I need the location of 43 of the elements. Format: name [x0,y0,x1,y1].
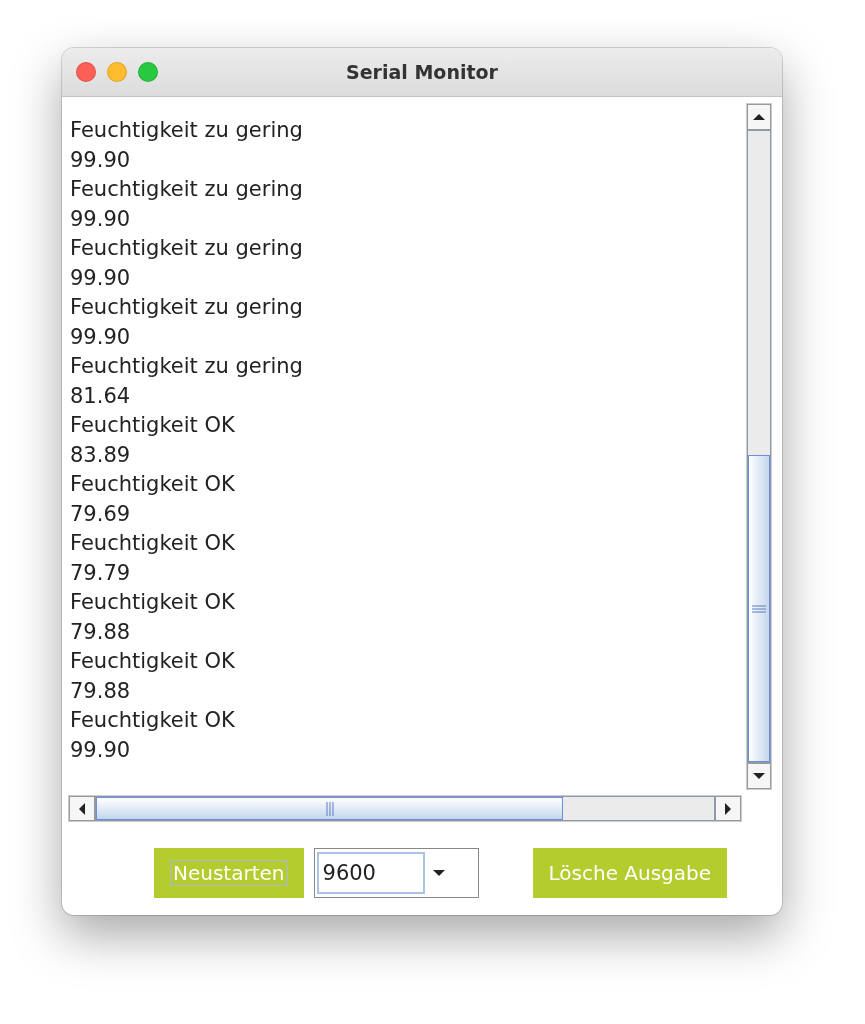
output-line: Feuchtigkeit zu gering [69,117,304,144]
scroll-right-button[interactable] [715,796,741,821]
output-line: 79.69 [69,500,132,528]
output-line: 81.64 [69,382,132,410]
scrollbar-thumb[interactable] [748,455,770,762]
output-line: Feuchtigkeit zu gering [69,176,304,203]
zoom-button[interactable] [138,62,158,82]
output-line: 83.89 [69,441,132,469]
output-line: 99.90 [69,323,132,351]
output-line: Feuchtigkeit OK [69,648,236,675]
output-line: Feuchtigkeit OK [69,707,236,734]
minimize-button[interactable] [107,62,127,82]
output-line: Feuchtigkeit zu gering [69,353,304,380]
output-line: Feuchtigkeit zu gering [69,235,304,262]
scrollbar-thumb[interactable] [96,797,563,820]
scroll-down-button[interactable] [747,763,771,789]
grip-icon [325,801,334,816]
output-line: 79.79 [69,559,132,587]
triangle-left-icon [77,802,87,815]
vertical-scrollbar[interactable] [746,103,772,790]
output-line: 79.88 [69,618,132,646]
scroll-left-button[interactable] [69,796,95,821]
triangle-down-icon [753,771,765,781]
close-button[interactable] [76,62,96,82]
scroll-up-button[interactable] [747,104,771,130]
output-line: 79.88 [69,677,132,705]
output-line: 99.90 [69,264,132,292]
baud-rate-dropdown[interactable]: 9600 [313,848,479,898]
dropdown-caret-icon [432,868,445,878]
triangle-up-icon [753,112,765,122]
output-line: Feuchtigkeit OK [69,471,236,498]
output-line: 99.90 [69,146,132,174]
output-line: Feuchtigkeit OK [69,530,236,557]
output-line: 99.90 [69,205,132,233]
output-line: 99.90 [69,736,132,764]
horizontal-scrollbar[interactable] [68,795,742,822]
output-line: Feuchtigkeit OK [69,412,236,439]
grip-icon [752,604,766,613]
triangle-right-icon [723,802,733,815]
output-line: Feuchtigkeit OK [69,589,236,616]
baud-rate-field[interactable]: 9600 [316,852,425,894]
output-line: Feuchtigkeit zu gering [69,294,304,321]
window-title: Serial Monitor [346,61,498,83]
